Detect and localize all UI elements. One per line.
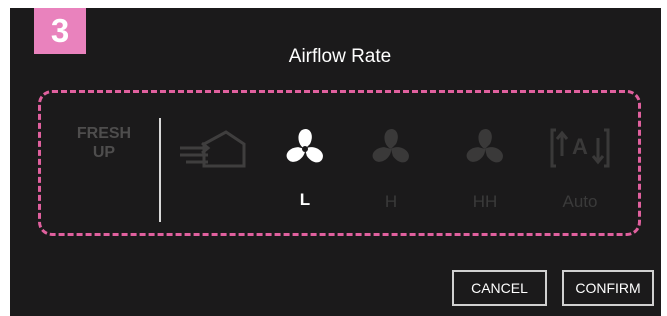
page-title: Airflow Rate	[288, 46, 392, 67]
confirm-button[interactable]: CONFIRM	[562, 270, 654, 306]
fresh-up-label-line1: FRESH	[76, 125, 132, 142]
auto-icon[interactable]: A	[548, 126, 612, 170]
fan-highest-label: HH	[472, 192, 498, 211]
airflow-rate-screen: 3 Airflow Rate FRESH UP L H HH A Auto CA…	[10, 8, 661, 316]
auto-icon-letter: A	[572, 134, 588, 159]
fresh-up-label-line2: UP	[92, 144, 116, 161]
fan-high-icon[interactable]	[366, 124, 416, 174]
auto-label: Auto	[562, 192, 598, 211]
fan-low-icon[interactable]	[280, 124, 330, 174]
divider	[159, 118, 161, 222]
fan-low-label: L	[299, 190, 311, 209]
fresh-air-house-icon[interactable]	[178, 128, 250, 170]
fan-highest-icon[interactable]	[460, 124, 510, 174]
cancel-button[interactable]: CANCEL	[452, 270, 547, 306]
fan-high-label: H	[384, 192, 398, 211]
fresh-up-option[interactable]: FRESH UP	[64, 124, 144, 162]
